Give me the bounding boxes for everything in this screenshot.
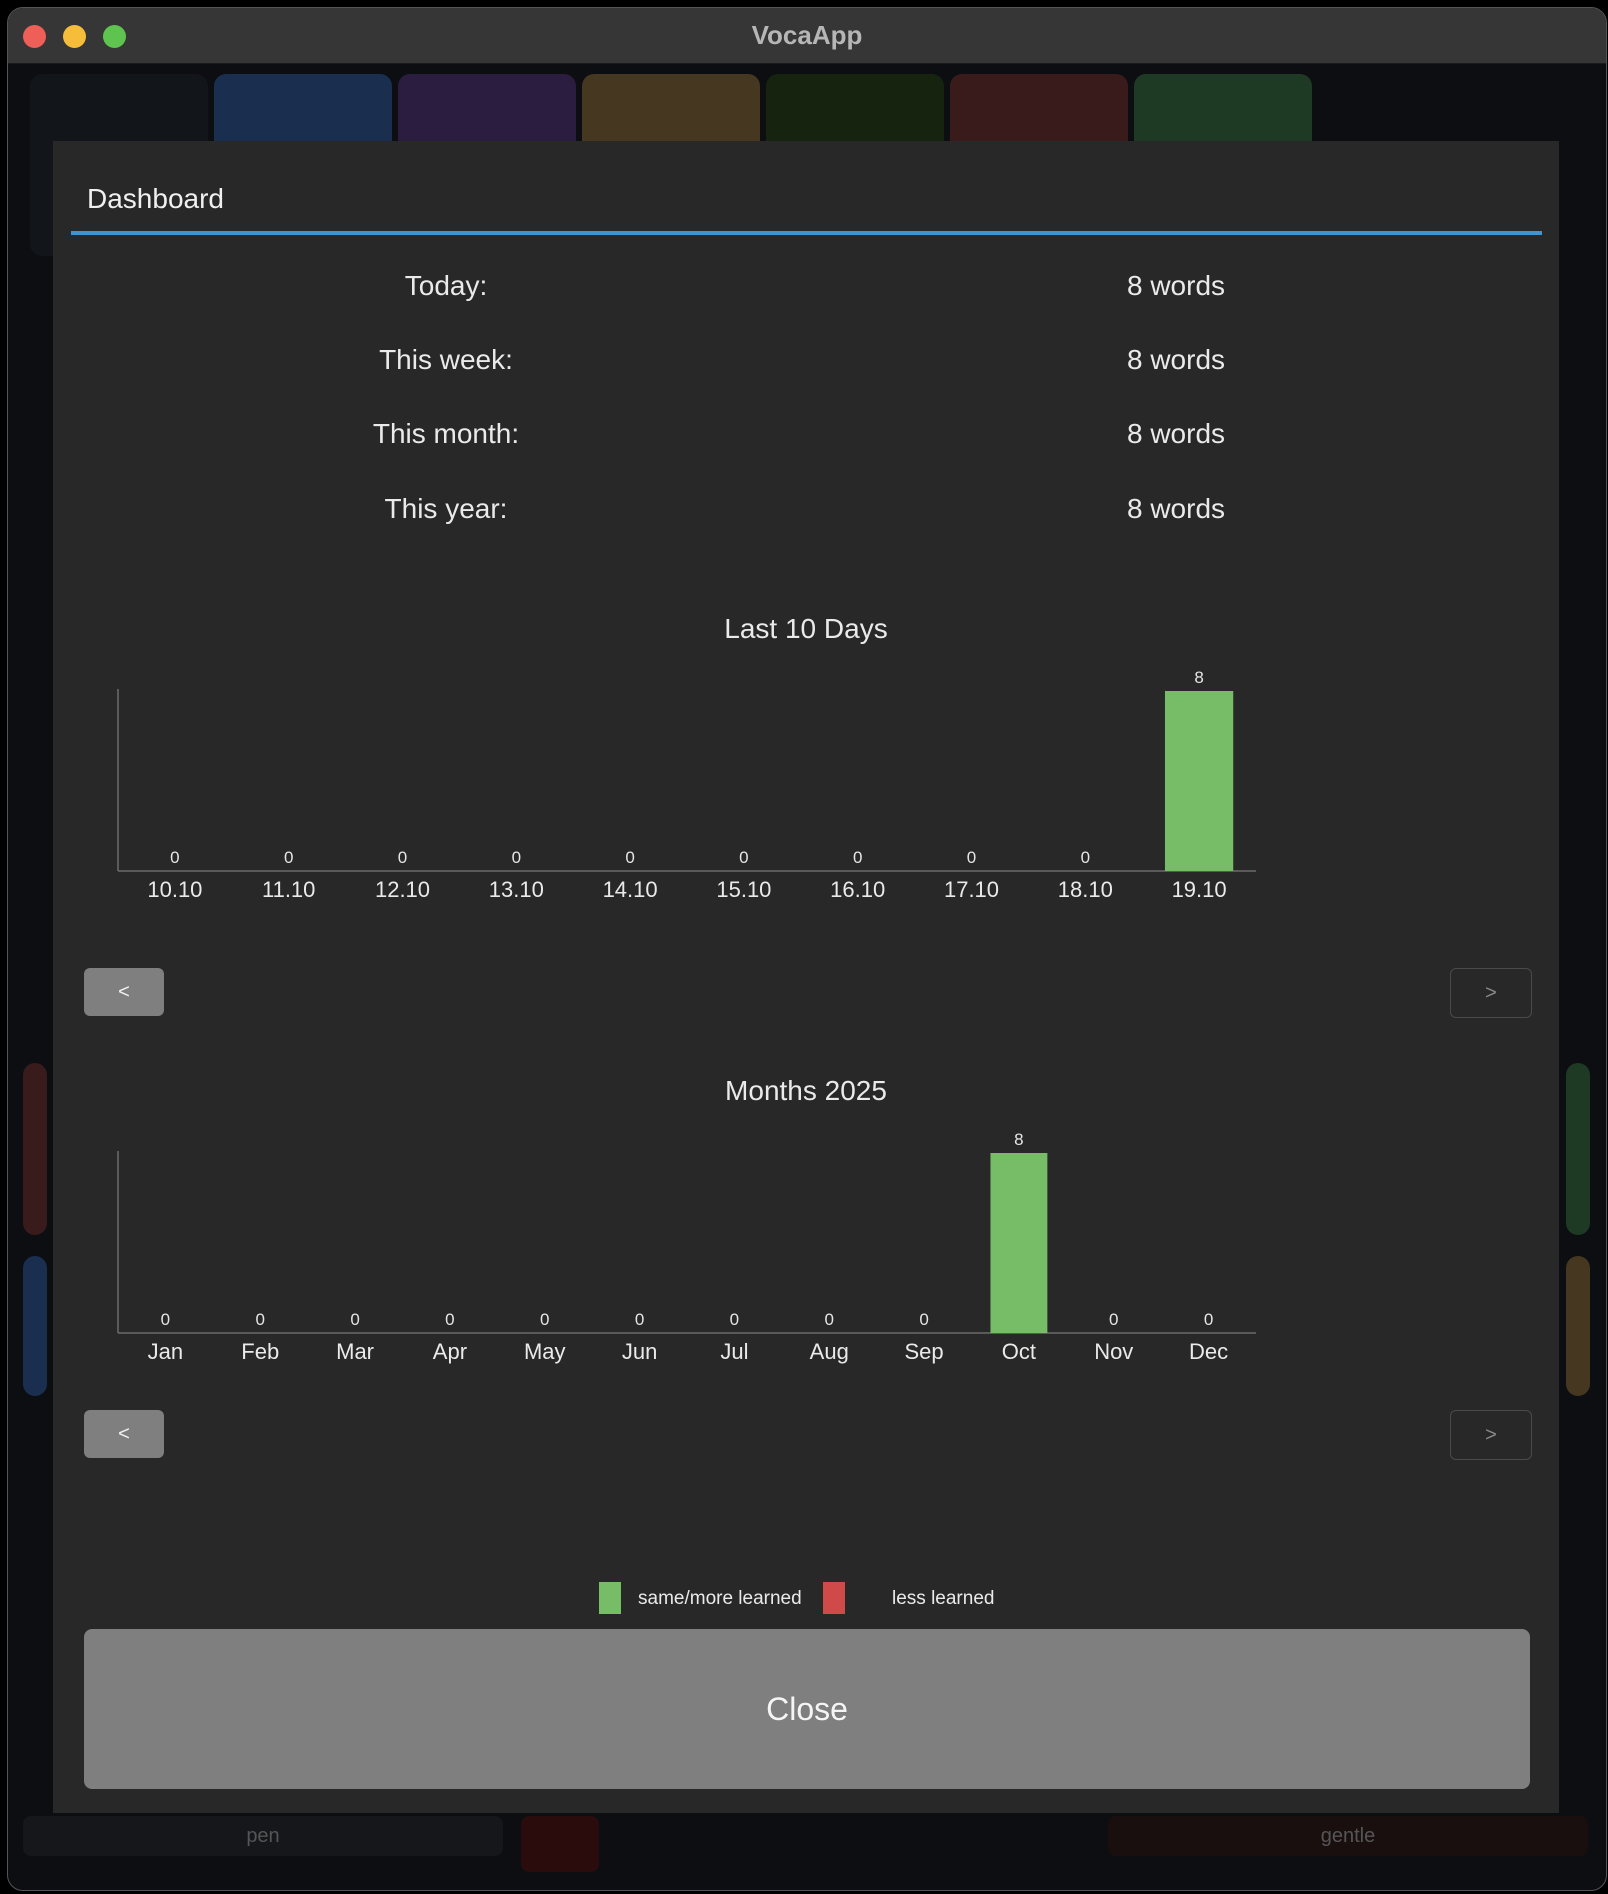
bar-value-label: 0	[739, 848, 748, 867]
bar-value-label: 8	[1014, 1130, 1023, 1149]
bar	[990, 1153, 1048, 1333]
x-tick-label: May	[524, 1339, 566, 1364]
bar	[1164, 691, 1234, 871]
stat-label-today: Today:	[404, 270, 488, 301]
legend-more-swatch	[599, 1582, 621, 1614]
x-tick-label: Jan	[148, 1339, 183, 1364]
bar-value-label: 0	[967, 848, 976, 867]
close-button[interactable]: Close	[84, 1629, 1530, 1789]
bar-value-label: 0	[161, 1310, 170, 1329]
x-tick-label: 12.10	[375, 877, 430, 902]
stat-label-year: This year:	[384, 493, 508, 524]
background-word-row: gentle	[1108, 1816, 1588, 1856]
x-tick-label: 17.10	[944, 877, 999, 902]
bar-value-label: 0	[1081, 848, 1090, 867]
x-tick-label: Oct	[1002, 1339, 1036, 1364]
dialog-title: Dashboard	[87, 183, 224, 214]
x-tick-label: 11.10	[262, 877, 315, 902]
bar-value-label: 0	[635, 1310, 644, 1329]
legend-more-label: same/more learned	[638, 1588, 802, 1609]
daily-next-button[interactable]: >	[1450, 968, 1532, 1018]
x-tick-label: Sep	[905, 1339, 944, 1364]
x-tick-label: 16.10	[830, 877, 885, 902]
monthly-bar-chart: 0 Jan 0 Feb 0 Mar 0 Apr 0 May 0 Jun 0 Jul 0 Aug 0 Sep 8 Oct…	[117, 1130, 1256, 1364]
bar-value-label: 0	[1204, 1310, 1213, 1329]
x-tick-label: Aug	[810, 1339, 849, 1364]
app-window: VocaApp pen gentle Dashboard Today: 8 wo…	[7, 7, 1607, 1891]
x-tick-label: Dec	[1189, 1339, 1228, 1364]
x-tick-label: Mar	[336, 1339, 374, 1364]
bar-value-label: 0	[853, 848, 862, 867]
daily-chart-title: Last 10 Days	[724, 613, 888, 644]
bar-value-label: 0	[540, 1310, 549, 1329]
bar-value-label: 0	[825, 1310, 834, 1329]
dashboard-dialog: Dashboard Today: 8 words This week: 8 wo…	[53, 141, 1559, 1813]
bar-value-label: 0	[398, 848, 407, 867]
stat-value-year: 8 words	[1126, 493, 1226, 524]
bar-value-label: 8	[1194, 668, 1203, 687]
background-word-row: pen	[23, 1816, 503, 1856]
stat-label-month: This month:	[372, 418, 520, 449]
bar-value-label: 0	[284, 848, 293, 867]
stat-value-today: 8 words	[1126, 270, 1226, 301]
stat-value-week: 8 words	[1126, 344, 1226, 375]
background-side-tile	[1566, 1063, 1590, 1235]
x-tick-label: 14.10	[603, 877, 658, 902]
bar-value-label: 0	[512, 848, 521, 867]
bar-value-label: 0	[919, 1310, 928, 1329]
bar-value-label: 0	[625, 848, 634, 867]
stat-label-week: This week:	[379, 344, 513, 375]
legend-less-swatch	[823, 1582, 845, 1614]
title-bar: VocaApp	[8, 8, 1606, 64]
x-tick-label: 13.10	[489, 877, 544, 902]
x-tick-label: 18.10	[1058, 877, 1113, 902]
stat-value-month: 8 words	[1126, 418, 1226, 449]
bar-value-label: 0	[1109, 1310, 1118, 1329]
bar-value-label: 0	[445, 1310, 454, 1329]
monthly-chart-title: Months 2025	[725, 1075, 887, 1106]
background-delete-tile	[521, 1816, 599, 1872]
monthly-prev-button[interactable]: <	[84, 1410, 164, 1458]
window-title: VocaApp	[751, 20, 863, 50]
legend-less-label: less learned	[892, 1588, 995, 1609]
bar-value-label: 0	[256, 1310, 265, 1329]
x-tick-label: 15.10	[716, 877, 771, 902]
x-tick-label: Jun	[622, 1339, 657, 1364]
background-side-tile	[1566, 1256, 1590, 1396]
x-tick-label: Apr	[433, 1339, 467, 1364]
x-tick-label: 19.10	[1172, 877, 1227, 902]
bar-value-label: 0	[170, 848, 179, 867]
background-side-tile	[23, 1256, 47, 1396]
x-tick-label: Feb	[241, 1339, 279, 1364]
bar-value-label: 0	[350, 1310, 359, 1329]
x-tick-label: Jul	[720, 1339, 748, 1364]
x-tick-label: Nov	[1094, 1339, 1133, 1364]
background-side-tile	[23, 1063, 47, 1235]
monthly-next-button[interactable]: >	[1450, 1410, 1532, 1460]
title-divider	[71, 231, 1542, 235]
daily-bar-chart: 0 10.10 0 11.10 0 12.10 0 13.10 0 14.10 0 15.10 0 16.…	[117, 668, 1256, 902]
daily-prev-button[interactable]: <	[84, 968, 164, 1016]
x-tick-label: 10.10	[147, 877, 202, 902]
bar-value-label: 0	[730, 1310, 739, 1329]
